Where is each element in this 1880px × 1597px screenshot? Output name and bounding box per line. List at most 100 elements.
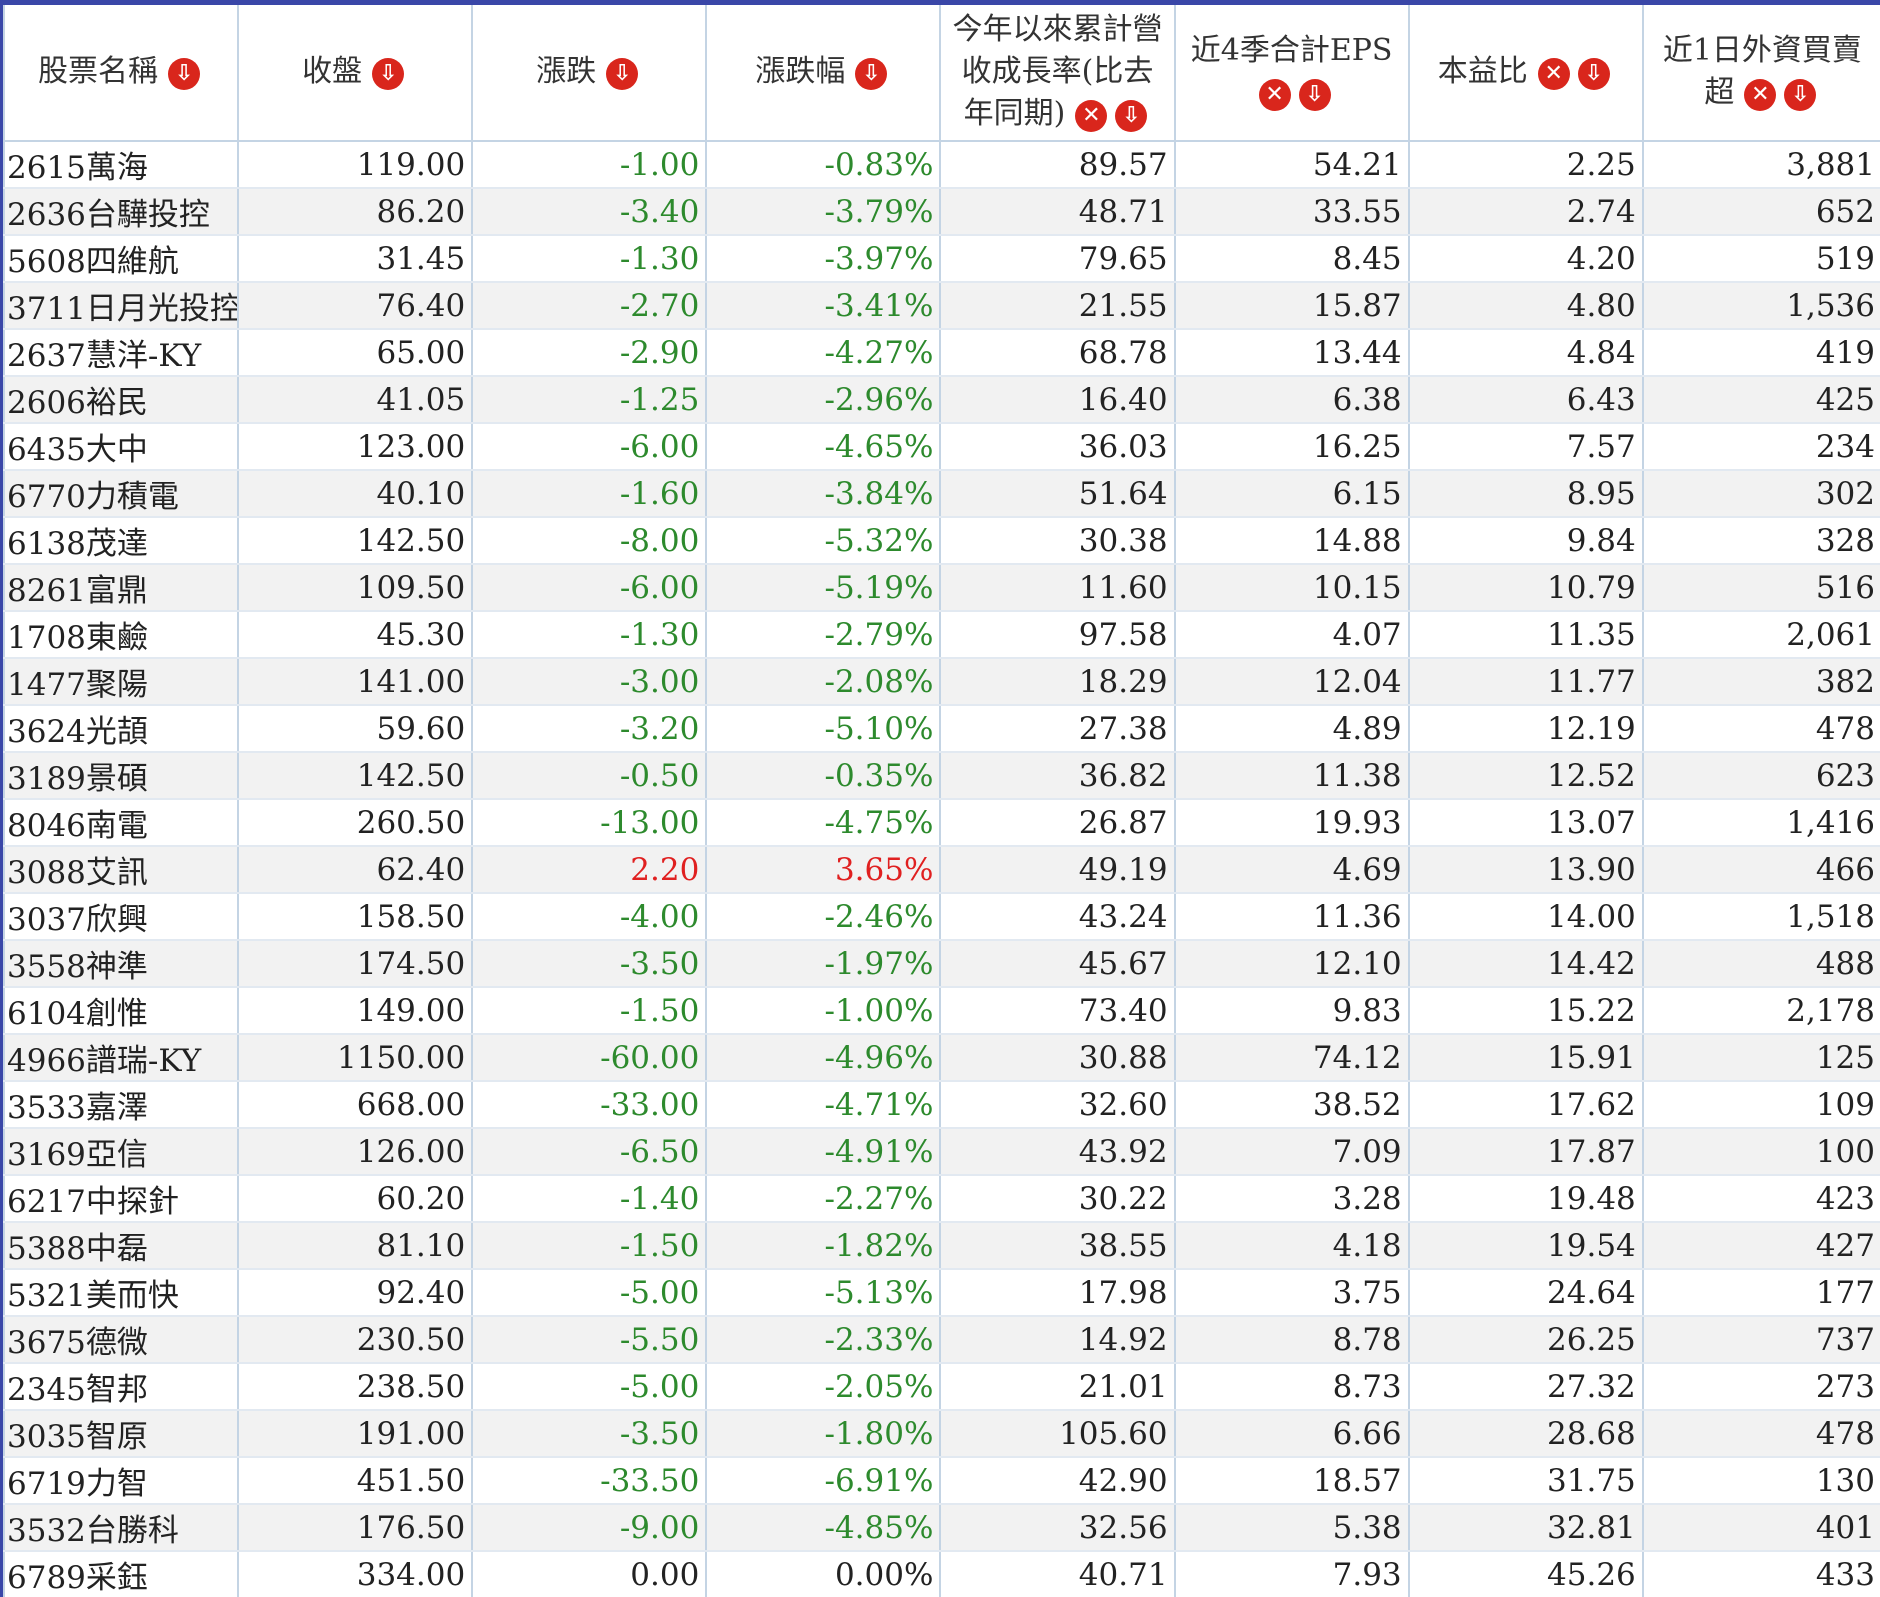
sort-down-icon[interactable]: ⇩ <box>1577 58 1610 90</box>
column-header-pe-ratio[interactable]: 本益比 ✕ ⇩ <box>1407 5 1644 142</box>
cell-stock-name[interactable]: 2637慧洋-KY <box>3 329 240 377</box>
cell-stock-name[interactable]: 2636台驊投控 <box>3 188 240 236</box>
cell-stock-name[interactable]: 2345智邦 <box>3 1363 240 1411</box>
cell-stock-name[interactable]: 5388中磊 <box>3 1222 240 1270</box>
table-row[interactable]: 3037欣興 158.50 -4.00 -2.46% 43.24 11.36 14.00 1,… <box>3 893 1880 941</box>
table-row[interactable]: 2637慧洋-KY 65.00 -2.90 -4.27% 68.78 13.44 4.84 4… <box>3 329 1880 377</box>
sort-down-icon[interactable]: ⇩ <box>1298 79 1331 111</box>
cell-stock-name[interactable]: 3558神準 <box>3 940 240 988</box>
table-row[interactable]: 6789采鈺 334.00 0.00 0.00% 40.71 7.93 45.26 433 <box>3 1551 1880 1597</box>
sort-down-icon[interactable]: ⇩ <box>372 58 405 90</box>
cell-change: -6.50 <box>471 1128 708 1176</box>
table-row[interactable]: 3675德微 230.50 -5.50 -2.33% 14.92 8.78 26.25 737 <box>3 1316 1880 1364</box>
column-header-eps-4q[interactable]: 近4季合計EPS ✕ ⇩ <box>1173 5 1410 142</box>
column-header-close-price[interactable]: 收盤 ⇩ <box>237 5 474 142</box>
table-row[interactable]: 3624光頡 59.60 -3.20 -5.10% 27.38 4.89 12.19 478 <box>3 705 1880 753</box>
cell-pe-ratio: 26.25 <box>1407 1316 1644 1364</box>
column-header-change-percent[interactable]: 漲跌幅 ⇩ <box>705 5 942 142</box>
table-row[interactable]: 3532台勝科 176.50 -9.00 -4.85% 32.56 5.38 32.81 40… <box>3 1504 1880 1552</box>
cell-stock-name[interactable]: 3675德微 <box>3 1316 240 1364</box>
sort-down-icon[interactable]: ⇩ <box>1115 100 1148 132</box>
cell-stock-name[interactable]: 3169亞信 <box>3 1128 240 1176</box>
column-header-foreign-net-buy[interactable]: 近1日外資買賣超 ✕ ⇩ <box>1641 5 1880 142</box>
cell-stock-name[interactable]: 5321美而快 <box>3 1269 240 1317</box>
cell-stock-name[interactable]: 6217中探針 <box>3 1175 240 1223</box>
cell-stock-name[interactable]: 5608四維航 <box>3 235 240 283</box>
sort-down-icon[interactable]: ⇩ <box>1784 79 1817 111</box>
remove-column-icon[interactable]: ✕ <box>1258 79 1291 111</box>
remove-column-icon[interactable]: ✕ <box>1537 58 1570 90</box>
cell-revenue-growth-ytd: 40.71 <box>939 1551 1176 1597</box>
cell-change-percent: -4.71% <box>705 1081 942 1129</box>
cell-close-price: 45.30 <box>237 611 474 659</box>
table-row[interactable]: 1477聚陽 141.00 -3.00 -2.08% 18.29 12.04 11.77 38… <box>3 658 1880 706</box>
table-row[interactable]: 6138茂達 142.50 -8.00 -5.32% 30.38 14.88 9.84 328 <box>3 517 1880 565</box>
cell-stock-name[interactable]: 2606裕民 <box>3 376 240 424</box>
table-row[interactable]: 5388中磊 81.10 -1.50 -1.82% 38.55 4.18 19.54 427 <box>3 1222 1880 1270</box>
cell-stock-name[interactable]: 1477聚陽 <box>3 658 240 706</box>
column-header-actions: ⇩ <box>164 52 204 94</box>
table-row[interactable]: 2636台驊投控 86.20 -3.40 -3.79% 48.71 33.55 2.74 65… <box>3 188 1880 236</box>
cell-stock-name[interactable]: 3533嘉澤 <box>3 1081 240 1129</box>
remove-column-icon[interactable]: ✕ <box>1075 100 1108 132</box>
table-row[interactable]: 5321美而快 92.40 -5.00 -5.13% 17.98 3.75 24.64 177 <box>3 1269 1880 1317</box>
cell-foreign-net-buy: 1,518 <box>1641 893 1880 941</box>
table-row[interactable]: 6770力積電 40.10 -1.60 -3.84% 51.64 6.15 8.95 302 <box>3 470 1880 518</box>
cell-change: -1.00 <box>471 141 708 189</box>
cell-revenue-growth-ytd: 36.82 <box>939 752 1176 800</box>
table-row[interactable]: 3558神準 174.50 -3.50 -1.97% 45.67 12.10 14.42 48… <box>3 940 1880 988</box>
cell-pe-ratio: 15.22 <box>1407 987 1644 1035</box>
cell-stock-name[interactable]: 3037欣興 <box>3 893 240 941</box>
table-row[interactable]: 8261富鼎 109.50 -6.00 -5.19% 11.60 10.15 10.79 51… <box>3 564 1880 612</box>
remove-column-icon[interactable]: ✕ <box>1744 79 1777 111</box>
cell-change-percent: -5.10% <box>705 705 942 753</box>
table-row[interactable]: 1708東鹼 45.30 -1.30 -2.79% 97.58 4.07 11.35 2,06… <box>3 611 1880 659</box>
cell-stock-name[interactable]: 1708東鹼 <box>3 611 240 659</box>
cell-stock-name[interactable]: 3088艾訊 <box>3 846 240 894</box>
cell-revenue-growth-ytd: 105.60 <box>939 1410 1176 1458</box>
table-row[interactable]: 2345智邦 238.50 -5.00 -2.05% 21.01 8.73 27.32 273 <box>3 1363 1880 1411</box>
table-row[interactable]: 6217中探針 60.20 -1.40 -2.27% 30.22 3.28 19.48 423 <box>3 1175 1880 1223</box>
table-row[interactable]: 8046南電 260.50 -13.00 -4.75% 26.87 19.93 13.07 1… <box>3 799 1880 847</box>
column-header-label: 近4季合計EPS <box>1190 33 1393 68</box>
cell-stock-name[interactable]: 3624光頡 <box>3 705 240 753</box>
cell-stock-name[interactable]: 6435大中 <box>3 423 240 471</box>
table-row[interactable]: 5608四維航 31.45 -1.30 -3.97% 79.65 8.45 4.20 519 <box>3 235 1880 283</box>
column-header-stock-name[interactable]: 股票名稱 ⇩ <box>3 5 240 142</box>
table-row[interactable]: 3711日月光投控 76.40 -2.70 -3.41% 21.55 15.87 4.80 1… <box>3 282 1880 330</box>
table-row[interactable]: 4966譜瑞-KY 1150.00 -60.00 -4.96% 30.88 74.12 15… <box>3 1034 1880 1082</box>
table-row[interactable]: 2615萬海 119.00 -1.00 -0.83% 89.57 54.21 2.25 3,8… <box>3 141 1880 189</box>
table-row[interactable]: 6719力智 451.50 -33.50 -6.91% 42.90 18.57 31.75 1… <box>3 1457 1880 1505</box>
cell-stock-name[interactable]: 6138茂達 <box>3 517 240 565</box>
cell-pe-ratio: 4.80 <box>1407 282 1644 330</box>
cell-stock-name[interactable]: 3532台勝科 <box>3 1504 240 1552</box>
cell-stock-name[interactable]: 2615萬海 <box>3 141 240 189</box>
cell-stock-name[interactable]: 3189景碩 <box>3 752 240 800</box>
table-row[interactable]: 6104創惟 149.00 -1.50 -1.00% 73.40 9.83 15.22 2,1… <box>3 987 1880 1035</box>
sort-down-icon[interactable]: ⇩ <box>855 58 888 90</box>
cell-stock-name[interactable]: 8261富鼎 <box>3 564 240 612</box>
table-row[interactable]: 3169亞信 126.00 -6.50 -4.91% 43.92 7.09 17.87 100 <box>3 1128 1880 1176</box>
cell-stock-name[interactable]: 3035智原 <box>3 1410 240 1458</box>
cell-stock-name[interactable]: 4966譜瑞-KY <box>3 1034 240 1082</box>
column-header-actions: ⇩ <box>368 52 408 94</box>
column-header-revenue-growth-ytd[interactable]: 今年以來累計營收成長率(比去年同期) ✕ ⇩ <box>939 5 1176 142</box>
table-row[interactable]: 3035智原 191.00 -3.50 -1.80% 105.60 6.66 28.68 47… <box>3 1410 1880 1458</box>
cell-revenue-growth-ytd: 27.38 <box>939 705 1176 753</box>
cell-stock-name[interactable]: 6719力智 <box>3 1457 240 1505</box>
column-header-change[interactable]: 漲跌 ⇩ <box>471 5 708 142</box>
cell-stock-name[interactable]: 3711日月光投控 <box>3 282 240 330</box>
table-row[interactable]: 3189景碩 142.50 -0.50 -0.35% 36.82 11.38 12.52 62… <box>3 752 1880 800</box>
cell-stock-name[interactable]: 6789采鈺 <box>3 1551 240 1597</box>
cell-eps-4q: 19.93 <box>1173 799 1410 847</box>
cell-change: -1.50 <box>471 1222 708 1270</box>
cell-stock-name[interactable]: 8046南電 <box>3 799 240 847</box>
cell-stock-name[interactable]: 6104創惟 <box>3 987 240 1035</box>
table-row[interactable]: 6435大中 123.00 -6.00 -4.65% 36.03 16.25 7.57 234 <box>3 423 1880 471</box>
cell-stock-name[interactable]: 6770力積電 <box>3 470 240 518</box>
table-row[interactable]: 3533嘉澤 668.00 -33.00 -4.71% 32.60 38.52 17.62 1… <box>3 1081 1880 1129</box>
sort-down-icon[interactable]: ⇩ <box>168 58 201 90</box>
table-row[interactable]: 3088艾訊 62.40 2.20 3.65% 49.19 4.69 13.90 466 <box>3 846 1880 894</box>
sort-down-icon[interactable]: ⇩ <box>606 58 639 90</box>
table-row[interactable]: 2606裕民 41.05 -1.25 -2.96% 16.40 6.38 6.43 425 <box>3 376 1880 424</box>
